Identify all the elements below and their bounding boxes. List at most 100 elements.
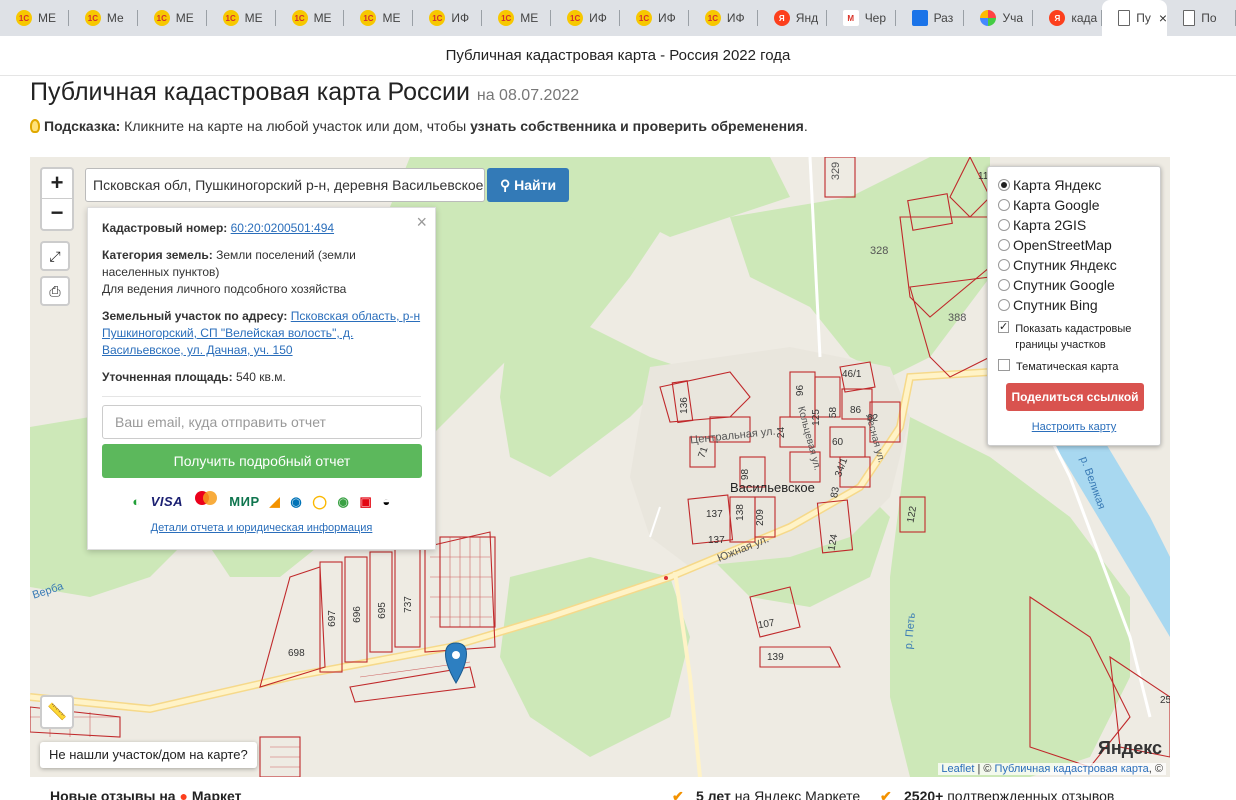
1c-icon: 1С — [84, 10, 101, 26]
browser-tab-label: МЕ — [244, 11, 263, 25]
yandex-icon: ● — [179, 788, 188, 800]
layer-option[interactable]: Спутник Bing — [998, 295, 1150, 315]
zoom-out-button[interactable]: − — [42, 199, 72, 229]
beeline-icon: ◒ — [382, 494, 391, 509]
browser-tab[interactable]: Уча — [964, 0, 1034, 36]
layer-option-label: Спутник Яндекс — [1013, 257, 1117, 273]
print-button[interactable]: ⎙ — [40, 276, 70, 306]
radio-icon[interactable] — [998, 219, 1010, 231]
parcel-label: 209 — [754, 509, 766, 526]
browser-tab[interactable]: Раз — [896, 0, 965, 36]
browser-tab[interactable]: 1С ИФ — [689, 0, 758, 36]
radio-icon[interactable] — [998, 299, 1010, 311]
layer-list: Карта Яндекс Карта Google Карта 2GIS OpenSt… — [998, 175, 1150, 315]
layer-option[interactable]: Карта 2GIS — [998, 215, 1150, 235]
village-label: Васильевское — [730, 480, 815, 495]
browser-tab[interactable]: 1С МЕ — [344, 0, 414, 36]
page-title-text: Публичная кадастровая карта России — [30, 78, 470, 106]
apps-icon — [980, 10, 997, 26]
show-borders-label: Показать кадастровые границы участков — [1015, 323, 1132, 351]
mastercard-icon — [193, 490, 219, 509]
find-button[interactable]: ⚲ Найти — [487, 168, 569, 202]
leaflet-link[interactable]: Leaflet — [941, 763, 974, 775]
1c-icon: 1С — [636, 10, 653, 26]
radio-icon[interactable] — [998, 199, 1010, 211]
layer-option[interactable]: Карта Яндекс — [998, 175, 1150, 195]
mir-icon: МИР — [229, 494, 260, 509]
checkbox-icon[interactable] — [998, 359, 1010, 371]
map-marker — [445, 642, 467, 684]
cadastral-map[interactable]: 328 329 388 46/1 96 125 86 62 58 60 136 … — [30, 157, 1170, 777]
area-value: 540 кв.м. — [235, 370, 286, 384]
browser-tab[interactable]: Пу × — [1102, 0, 1168, 36]
browser-tab[interactable]: 1С МЕ — [276, 0, 345, 36]
checkbox-checked-icon[interactable]: ✓ — [998, 321, 1010, 333]
site-header: Публичная кадастровая карта - Россия 202… — [0, 36, 1236, 76]
parcel-label: 46/1 — [842, 369, 862, 380]
disk-icon — [911, 10, 928, 26]
1c-icon: 1С — [704, 10, 721, 26]
parcel-label: 737 — [402, 596, 414, 613]
printer-icon: ⎙ — [49, 282, 61, 299]
cadastral-map-link[interactable]: Публичная кадастровая карта — [995, 763, 1149, 775]
parcel-label: 58 — [828, 406, 840, 419]
cadastral-number-link[interactable]: 60:20:0200501:494 — [231, 221, 334, 235]
search-input[interactable]: Псковская обл, Пушкиногорский р-н, дерев… — [85, 168, 485, 202]
market-label: Маркет — [191, 788, 242, 800]
browser-tab[interactable]: 1С МЕ — [138, 0, 207, 36]
radio-icon[interactable] — [998, 239, 1010, 251]
not-found-button[interactable]: Не нашли участок/дом на карте? — [40, 742, 257, 768]
browser-tab[interactable]: 1С МЕ — [0, 0, 69, 36]
hint: Подсказка: Кликните на карте на любой уч… — [30, 118, 808, 134]
get-report-button[interactable]: Получить подробный отчет — [102, 444, 422, 478]
fullscreen-button[interactable]: ⤢ — [40, 241, 70, 271]
layer-option[interactable]: OpenStreetMap — [998, 235, 1150, 255]
browser-tab[interactable]: Я Янд — [758, 0, 827, 36]
thematic-option[interactable]: Тематическая карта — [998, 359, 1150, 375]
browser-tab[interactable]: По — [1167, 0, 1236, 36]
email-field[interactable]: Ваш email, куда отправить отчет — [102, 405, 422, 439]
reviews-label: Новые отзывы на — [50, 788, 176, 800]
browser-tab-label: Янд — [795, 11, 819, 25]
browser-tab-label: Ме — [106, 11, 124, 25]
measure-button[interactable]: 📏 — [40, 695, 74, 729]
browser-tab[interactable]: 1С ИФ — [551, 0, 620, 36]
browser-tab[interactable]: 1С ИФ — [620, 0, 689, 36]
browser-tab-label: Пу — [1136, 11, 1151, 25]
parcel-label: 137 — [708, 535, 725, 546]
browser-tab[interactable]: 1С Ме — [69, 0, 138, 36]
browser-tab[interactable]: M Чер — [827, 0, 896, 36]
mts-icon: ▣ — [359, 494, 373, 509]
layer-option-label: Карта 2GIS — [1013, 217, 1087, 233]
browser-tab-label: По — [1201, 11, 1217, 25]
close-icon[interactable]: × — [416, 212, 427, 233]
radio-icon[interactable] — [998, 279, 1010, 291]
radio-icon[interactable] — [998, 259, 1010, 271]
layer-option[interactable]: Карта Google — [998, 195, 1150, 215]
browser-tab[interactable]: Якада — [1033, 0, 1103, 36]
1c-icon: 1С — [291, 10, 308, 26]
layer-option[interactable]: Спутник Google — [998, 275, 1150, 295]
parcel-label: 98 — [740, 468, 752, 481]
map-attribution: Leaflet | © Публичная кадастровая карта,… — [938, 763, 1166, 775]
configure-map-link[interactable]: Настроить карту — [998, 421, 1150, 433]
1c-icon: 1С — [222, 10, 239, 26]
browser-tab-label: МЕ — [520, 11, 539, 25]
yandex-icon: Я — [773, 10, 790, 26]
cadastral-number-label: Кадастровый номер: — [102, 221, 228, 235]
browser-tab[interactable]: 1С ИФ — [413, 0, 483, 36]
browser-tab-label: МЕ — [38, 11, 56, 25]
years-value: 5 лет — [696, 788, 731, 800]
webmoney-icon: ◉ — [290, 494, 303, 509]
close-tab-icon[interactable]: × — [1159, 10, 1167, 26]
reviews-strip: Новые отзывы на ● Маркет ✔ 5 лет на Янде… — [0, 786, 1236, 800]
check-icon: ✔ — [880, 788, 892, 800]
show-borders-option[interactable]: ✓ Показать кадастровые границы участков — [998, 321, 1150, 353]
layer-option[interactable]: Спутник Яндекс — [998, 255, 1150, 275]
radio-selected-icon[interactable] — [998, 179, 1010, 191]
share-link-button[interactable]: Поделиться ссылкой — [1006, 383, 1144, 411]
report-details-link[interactable]: Детали отчета и юридическая информация — [151, 522, 373, 534]
zoom-in-button[interactable]: + — [42, 169, 72, 199]
browser-tab[interactable]: 1С МЕ — [482, 0, 552, 36]
browser-tab[interactable]: 1С МЕ — [207, 0, 276, 36]
